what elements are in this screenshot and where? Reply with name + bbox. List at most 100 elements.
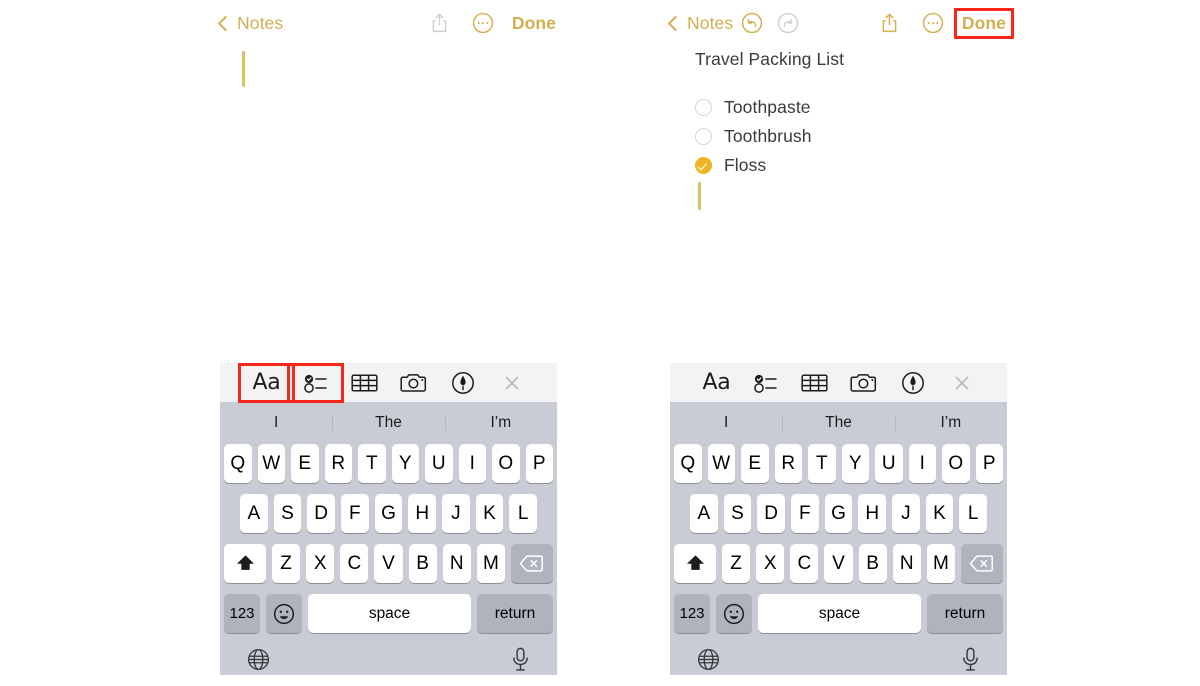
- shift-key[interactable]: [674, 544, 716, 583]
- toolbar-checklist-button[interactable]: [741, 367, 790, 399]
- done-button[interactable]: Done: [508, 12, 560, 35]
- key-j[interactable]: J: [442, 494, 470, 533]
- key-r[interactable]: R: [324, 444, 352, 483]
- toolbar-text-format-button[interactable]: Aa: [692, 367, 741, 399]
- undo-button[interactable]: [741, 12, 763, 34]
- microphone-dictation-icon[interactable]: [961, 647, 980, 677]
- key-u[interactable]: U: [875, 444, 903, 483]
- toolbar-table-button[interactable]: [790, 367, 839, 399]
- key-i[interactable]: I: [458, 444, 486, 483]
- back-to-notes-button[interactable]: Notes: [217, 13, 283, 34]
- share-button[interactable]: [879, 12, 900, 35]
- checklist-checkbox[interactable]: [695, 99, 712, 116]
- toolbar-checklist-button[interactable]: [287, 362, 344, 403]
- key-x[interactable]: X: [306, 544, 335, 583]
- backspace-key[interactable]: [960, 544, 1003, 583]
- key-g[interactable]: G: [374, 494, 403, 533]
- key-j[interactable]: J: [892, 494, 920, 533]
- key-g[interactable]: G: [824, 494, 853, 533]
- toolbar-table-button[interactable]: [340, 367, 389, 399]
- key-t[interactable]: T: [358, 444, 386, 483]
- globe-language-icon[interactable]: [247, 648, 270, 676]
- space-key[interactable]: space: [758, 594, 921, 633]
- key-k[interactable]: K: [925, 494, 954, 533]
- toolbar-camera-button[interactable]: [839, 367, 888, 399]
- key-r[interactable]: R: [774, 444, 802, 483]
- prediction-suggestion[interactable]: The: [332, 414, 444, 432]
- key-o[interactable]: O: [492, 444, 520, 483]
- key-l[interactable]: L: [509, 494, 538, 533]
- key-n[interactable]: N: [442, 544, 471, 583]
- toolbar-text-format-button[interactable]: Aa: [238, 362, 295, 403]
- key-z[interactable]: Z: [722, 544, 751, 583]
- key-o[interactable]: O: [942, 444, 970, 483]
- return-key[interactable]: return: [927, 594, 1003, 633]
- key-k[interactable]: K: [475, 494, 504, 533]
- more-options-button[interactable]: [472, 12, 494, 34]
- checklist-item[interactable]: Floss: [695, 151, 1010, 180]
- key-f[interactable]: F: [341, 494, 369, 533]
- redo-button[interactable]: [777, 12, 799, 34]
- key-m[interactable]: M: [926, 544, 955, 583]
- key-d[interactable]: D: [757, 494, 785, 533]
- numbers-key[interactable]: 123: [224, 594, 260, 633]
- back-to-notes-button[interactable]: Notes: [667, 13, 733, 34]
- key-f[interactable]: F: [791, 494, 819, 533]
- key-p[interactable]: P: [525, 444, 553, 483]
- key-d[interactable]: D: [307, 494, 335, 533]
- share-button[interactable]: [429, 12, 450, 35]
- checklist-empty-row[interactable]: [695, 180, 1010, 210]
- key-b[interactable]: B: [858, 544, 887, 583]
- numbers-key[interactable]: 123: [674, 594, 710, 633]
- prediction-suggestion[interactable]: I: [670, 414, 782, 432]
- key-c[interactable]: C: [340, 544, 369, 583]
- checklist-item[interactable]: Toothpaste: [695, 93, 1010, 122]
- prediction-suggestion[interactable]: I’m: [895, 414, 1007, 432]
- more-options-button[interactable]: [922, 12, 944, 34]
- key-z[interactable]: Z: [272, 544, 301, 583]
- prediction-suggestion[interactable]: The: [782, 414, 894, 432]
- key-l[interactable]: L: [959, 494, 988, 533]
- key-m[interactable]: M: [476, 544, 505, 583]
- key-s[interactable]: S: [723, 494, 752, 533]
- checklist-checkbox[interactable]: [695, 128, 712, 145]
- key-t[interactable]: T: [808, 444, 836, 483]
- microphone-dictation-icon[interactable]: [511, 647, 530, 677]
- toolbar-camera-button[interactable]: [389, 367, 438, 399]
- return-key[interactable]: return: [477, 594, 553, 633]
- key-w[interactable]: W: [707, 444, 735, 483]
- key-x[interactable]: X: [756, 544, 785, 583]
- key-h[interactable]: H: [408, 494, 437, 533]
- key-i[interactable]: I: [908, 444, 936, 483]
- key-w[interactable]: W: [257, 444, 285, 483]
- toolbar-markup-pen-button[interactable]: [888, 367, 937, 399]
- key-y[interactable]: Y: [841, 444, 869, 483]
- key-p[interactable]: P: [975, 444, 1003, 483]
- checklist-checkbox[interactable]: [695, 157, 712, 174]
- prediction-suggestion[interactable]: I’m: [445, 414, 557, 432]
- shift-key[interactable]: [224, 544, 266, 583]
- backspace-key[interactable]: [510, 544, 553, 583]
- key-q[interactable]: Q: [674, 444, 702, 483]
- key-v[interactable]: V: [374, 544, 403, 583]
- key-a[interactable]: A: [239, 494, 268, 533]
- key-e[interactable]: E: [291, 444, 319, 483]
- note-content-area[interactable]: Travel Packing List Toothpaste Toothbrus…: [670, 46, 1010, 210]
- toolbar-markup-pen-button[interactable]: [438, 367, 487, 399]
- done-button[interactable]: Done: [953, 7, 1015, 39]
- globe-language-icon[interactable]: [697, 648, 720, 676]
- key-a[interactable]: A: [689, 494, 718, 533]
- key-n[interactable]: N: [892, 544, 921, 583]
- emoji-key[interactable]: [266, 594, 302, 633]
- checklist-item[interactable]: Toothbrush: [695, 122, 1010, 151]
- space-key[interactable]: space: [308, 594, 471, 633]
- key-y[interactable]: Y: [391, 444, 419, 483]
- key-q[interactable]: Q: [224, 444, 252, 483]
- key-h[interactable]: H: [858, 494, 887, 533]
- key-u[interactable]: U: [425, 444, 453, 483]
- prediction-suggestion[interactable]: I: [220, 414, 332, 432]
- key-s[interactable]: S: [273, 494, 302, 533]
- toolbar-close-button[interactable]: [937, 367, 986, 399]
- key-v[interactable]: V: [824, 544, 853, 583]
- key-e[interactable]: E: [741, 444, 769, 483]
